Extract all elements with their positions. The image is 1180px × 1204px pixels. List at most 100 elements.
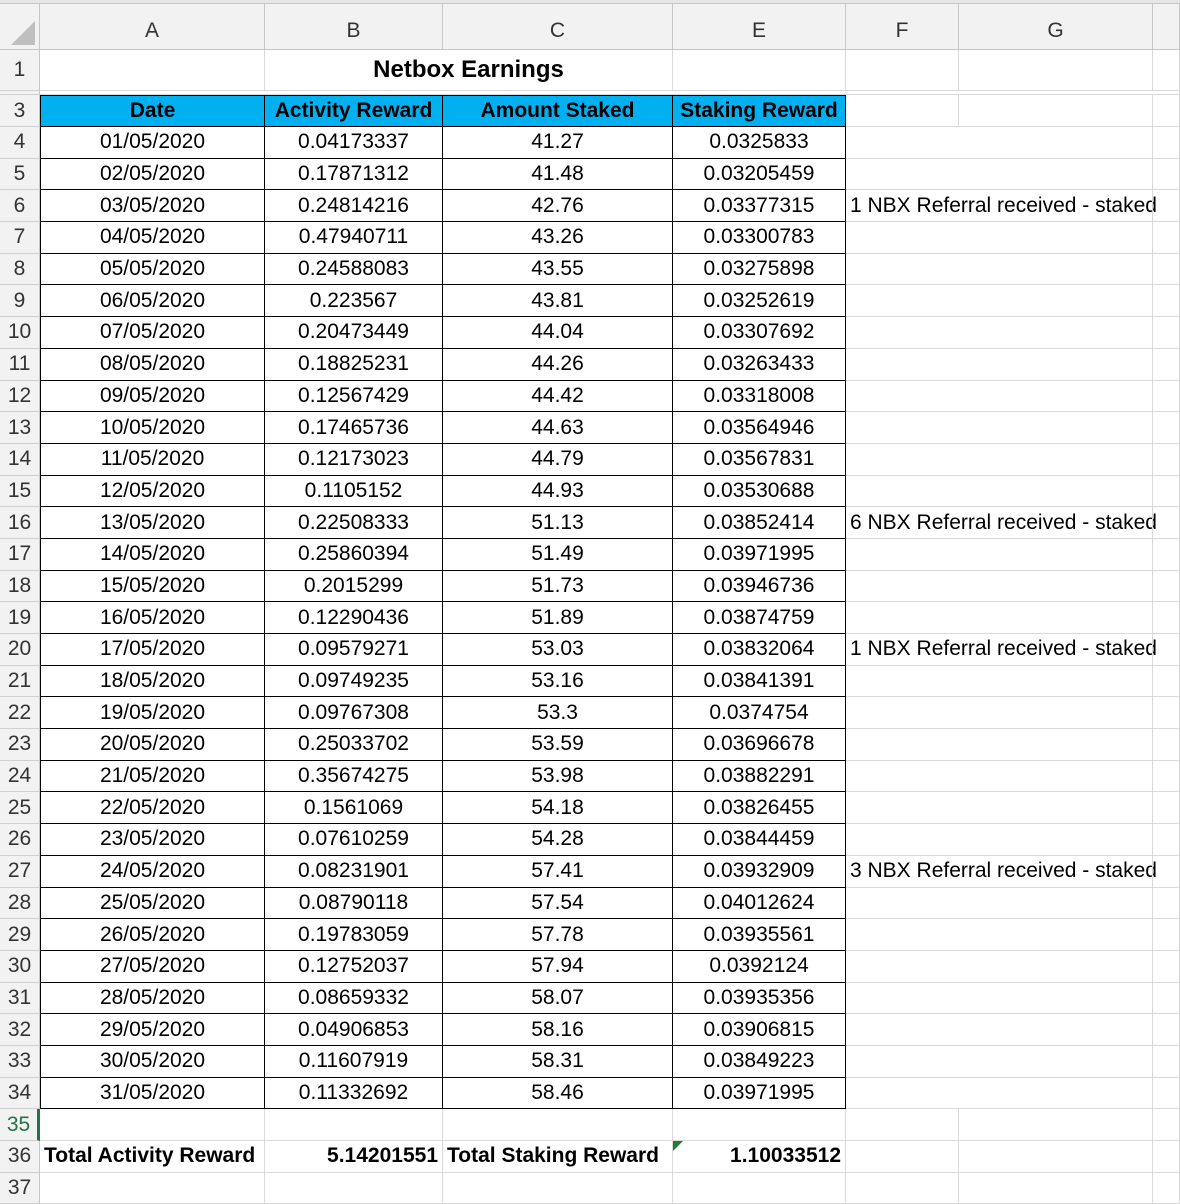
cell-extra[interactable] [1153, 190, 1180, 223]
staking-reward-cell[interactable]: 0.03832064 [673, 634, 846, 666]
cell-g[interactable] [959, 602, 1153, 634]
activity-reward-cell[interactable]: 0.20473449 [265, 317, 443, 349]
cell-extra35[interactable] [1153, 1109, 1180, 1141]
staking-reward-cell[interactable]: 0.04012624 [673, 887, 846, 920]
row-header[interactable]: 20 [0, 634, 40, 666]
activity-reward-cell[interactable]: 0.47940711 [265, 222, 443, 254]
activity-reward-cell[interactable]: 0.1105152 [265, 475, 443, 508]
cell-g[interactable] [959, 665, 1153, 698]
cell-g[interactable] [959, 412, 1153, 444]
cell-g[interactable] [959, 855, 1153, 888]
amount-staked-cell[interactable]: 44.04 [443, 317, 673, 349]
total-staking-label[interactable]: Total Staking Reward [443, 1141, 673, 1173]
note-cell[interactable] [846, 127, 959, 159]
date-cell[interactable]: 02/05/2020 [40, 158, 265, 191]
cell-extra1[interactable] [1153, 50, 1180, 91]
date-cell[interactable]: 26/05/2020 [40, 919, 265, 951]
date-cell[interactable]: 19/05/2020 [40, 697, 265, 730]
cell-g[interactable] [959, 982, 1153, 1015]
row-header[interactable]: 29 [0, 919, 40, 951]
cell-a35[interactable] [40, 1109, 265, 1141]
activity-reward-cell[interactable]: 0.12752037 [265, 950, 443, 983]
note-cell[interactable] [846, 1078, 959, 1110]
row-header[interactable]: 30 [0, 950, 40, 983]
cell-g3[interactable] [959, 95, 1153, 127]
note-cell[interactable] [846, 412, 959, 444]
note-cell[interactable]: 3 NBX Referral received - staked [846, 856, 1157, 888]
cell-e1[interactable] [673, 50, 846, 91]
cell-b35[interactable] [265, 1109, 443, 1141]
row-header[interactable]: 14 [0, 443, 40, 476]
cell-g36[interactable] [959, 1141, 1153, 1173]
activity-reward-cell[interactable]: 0.25860394 [265, 538, 443, 571]
cell-extra[interactable] [1153, 507, 1180, 539]
staking-reward-cell[interactable]: 0.03849223 [673, 1045, 846, 1078]
note-cell[interactable] [846, 983, 959, 1015]
activity-reward-cell[interactable]: 0.1561069 [265, 792, 443, 825]
cell-f1[interactable] [846, 50, 959, 91]
staking-reward-cell[interactable]: 0.03205459 [673, 158, 846, 191]
date-cell[interactable]: 20/05/2020 [40, 729, 265, 761]
activity-reward-cell[interactable]: 0.12567429 [265, 380, 443, 413]
amount-staked-cell[interactable]: 43.81 [443, 285, 673, 318]
cell-g[interactable] [959, 570, 1153, 603]
note-cell[interactable] [846, 602, 959, 634]
staking-reward-cell[interactable]: 0.03318008 [673, 380, 846, 413]
header-date[interactable]: Date [40, 95, 265, 127]
row-header[interactable]: 16 [0, 507, 40, 539]
cell-g[interactable] [959, 919, 1153, 951]
amount-staked-cell[interactable]: 58.31 [443, 1045, 673, 1078]
date-cell[interactable]: 31/05/2020 [40, 1077, 265, 1110]
date-cell[interactable]: 18/05/2020 [40, 665, 265, 698]
cell-extra[interactable] [1153, 824, 1180, 856]
staking-reward-cell[interactable]: 0.03826455 [673, 792, 846, 825]
amount-staked-cell[interactable]: 57.54 [443, 887, 673, 920]
row-header[interactable]: 17 [0, 538, 40, 571]
cell-extra[interactable] [1153, 253, 1180, 286]
amount-staked-cell[interactable]: 51.89 [443, 602, 673, 634]
row-header-1[interactable]: 1 [0, 50, 40, 91]
amount-staked-cell[interactable]: 44.93 [443, 475, 673, 508]
amount-staked-cell[interactable]: 44.42 [443, 380, 673, 413]
header-staking-reward[interactable]: Staking Reward [673, 95, 846, 127]
amount-staked-cell[interactable]: 57.78 [443, 919, 673, 951]
amount-staked-cell[interactable]: 41.48 [443, 158, 673, 191]
activity-reward-cell[interactable]: 0.19783059 [265, 919, 443, 951]
amount-staked-cell[interactable]: 51.73 [443, 570, 673, 603]
cell-extra[interactable] [1153, 1045, 1180, 1078]
staking-reward-cell[interactable]: 0.03844459 [673, 824, 846, 856]
amount-staked-cell[interactable]: 51.13 [443, 507, 673, 539]
cell-extra[interactable] [1153, 348, 1180, 381]
date-cell[interactable]: 25/05/2020 [40, 887, 265, 920]
cell-extra[interactable] [1153, 982, 1180, 1015]
staking-reward-cell[interactable]: 0.03906815 [673, 1014, 846, 1046]
row-header[interactable]: 8 [0, 253, 40, 286]
date-cell[interactable]: 06/05/2020 [40, 285, 265, 318]
activity-reward-cell[interactable]: 0.223567 [265, 285, 443, 318]
activity-reward-cell[interactable]: 0.22508333 [265, 507, 443, 539]
cell-g[interactable] [959, 285, 1153, 318]
cell-extra[interactable] [1153, 919, 1180, 951]
sheet-title[interactable]: Netbox Earnings [265, 50, 673, 91]
row-header[interactable]: 19 [0, 602, 40, 634]
column-header-e[interactable]: E [673, 4, 846, 50]
row-header[interactable]: 28 [0, 887, 40, 920]
cell-g[interactable] [959, 1014, 1153, 1046]
amount-staked-cell[interactable]: 53.98 [443, 760, 673, 793]
activity-reward-cell[interactable]: 0.17871312 [265, 158, 443, 191]
cell-f3[interactable] [846, 95, 959, 127]
row-header-3[interactable]: 3 [0, 95, 40, 127]
cell-extra[interactable] [1153, 475, 1180, 508]
date-cell[interactable]: 28/05/2020 [40, 982, 265, 1015]
row-header[interactable]: 33 [0, 1045, 40, 1078]
date-cell[interactable]: 15/05/2020 [40, 570, 265, 603]
amount-staked-cell[interactable]: 57.41 [443, 855, 673, 888]
note-cell[interactable]: 1 NBX Referral received - staked [846, 190, 1157, 223]
note-cell[interactable] [846, 381, 959, 413]
cell-extra[interactable] [1153, 158, 1180, 191]
cell-extra[interactable] [1153, 950, 1180, 983]
cell-extra[interactable] [1153, 855, 1180, 888]
staking-reward-cell[interactable]: 0.0392124 [673, 950, 846, 983]
staking-reward-cell[interactable]: 0.03696678 [673, 729, 846, 761]
row-header[interactable]: 23 [0, 729, 40, 761]
